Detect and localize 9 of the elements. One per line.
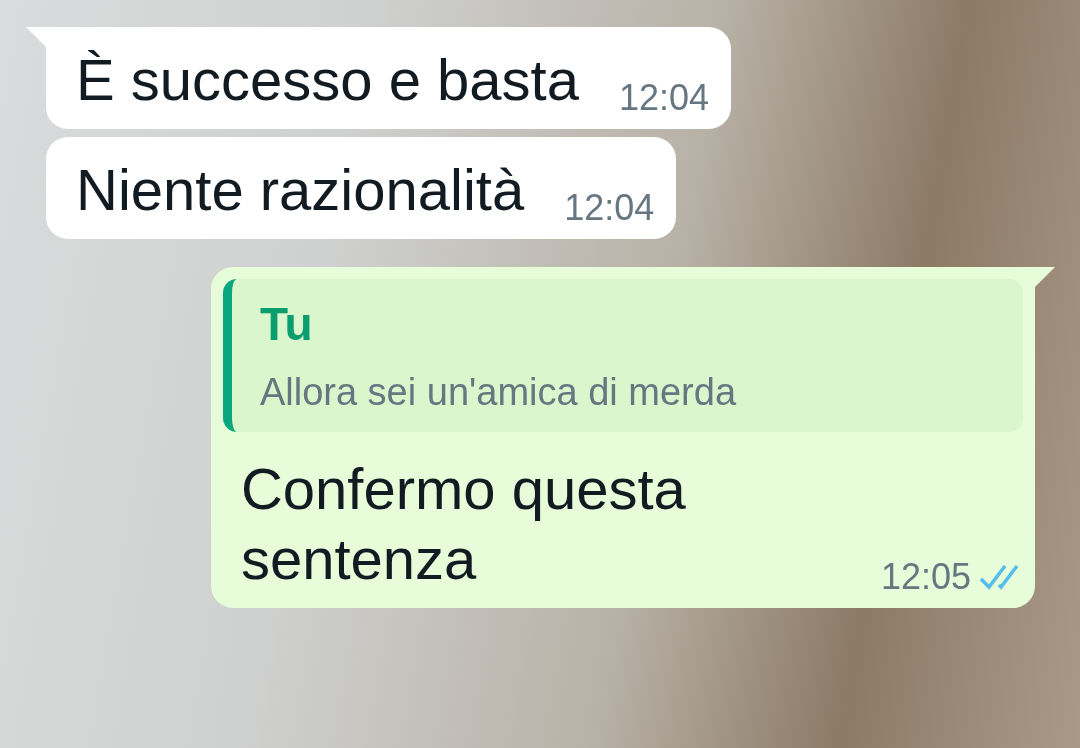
quote-text: Allora sei un'amica di merda — [259, 371, 738, 414]
message-text: Confermo questa sentenza — [239, 455, 687, 593]
message-text: È successo e basta — [76, 46, 579, 114]
message-time: 12:04 — [564, 187, 655, 229]
message-time: 12:04 — [618, 77, 710, 119]
message-text: Niente razionalità — [76, 156, 525, 224]
quoted-reply[interactable]: Tu Allora sei un'amica di merda — [222, 279, 1023, 432]
quote-author: Tu — [259, 297, 314, 351]
message-time: 12:05 — [880, 556, 971, 598]
